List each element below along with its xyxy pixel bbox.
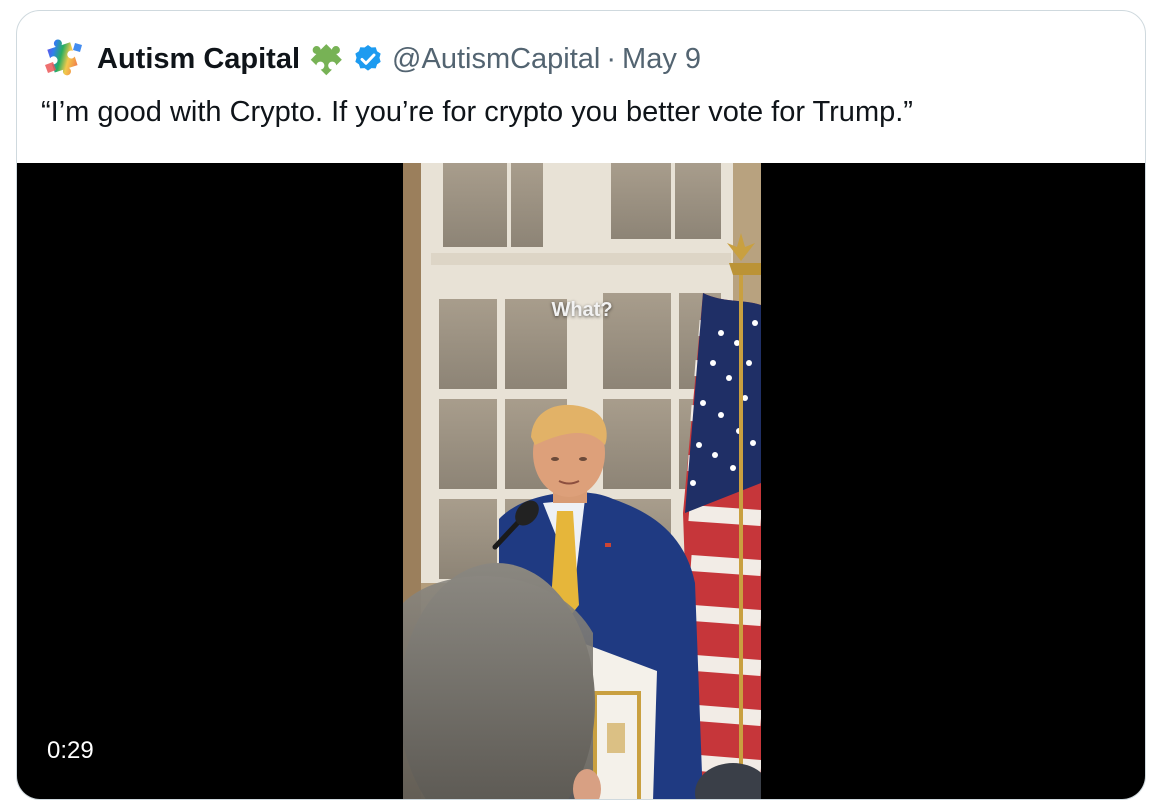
rainbow-puzzle-icon[interactable] — [41, 39, 87, 79]
verified-badge-icon — [355, 45, 381, 71]
author-handle[interactable]: @AutismCapital — [392, 43, 600, 76]
video-player[interactable]: What? 0:29 — [17, 163, 1145, 799]
separator-dot: · — [606, 42, 617, 75]
video-caption: What? — [551, 299, 613, 321]
tweet-text: “I’m good with Crypto. If you’re for cry… — [41, 96, 913, 128]
tweet-card[interactable]: Autism Capital @AutismCapital · May 9 “I… — [16, 10, 1146, 800]
video-frame[interactable]: What? — [403, 163, 761, 799]
tweet-date[interactable]: May 9 — [622, 43, 701, 76]
video-still — [403, 163, 761, 799]
author-name[interactable]: Autism Capital — [97, 43, 300, 76]
video-duration: 0:29 — [47, 737, 94, 764]
puzzle-piece-icon — [310, 44, 342, 76]
tweet-header: Autism Capital @AutismCapital · May 9 — [41, 39, 701, 79]
